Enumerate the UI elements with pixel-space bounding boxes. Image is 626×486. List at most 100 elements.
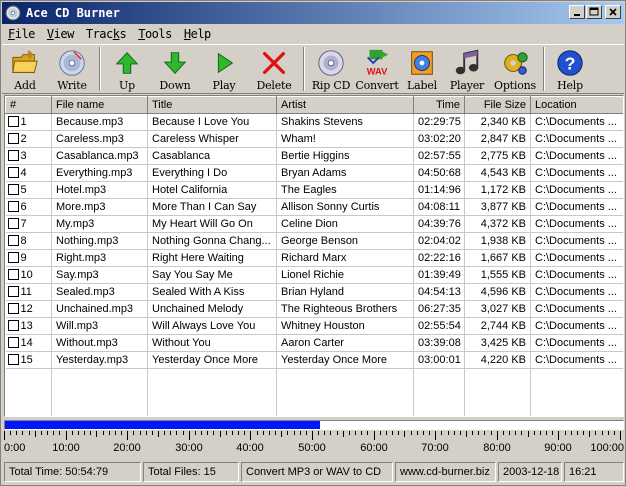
track-row[interactable]: 10 Say.mp3 Say You Say Me Lionel Richie 01:3…: [5, 266, 623, 284]
ruler-label: 0:00: [4, 442, 26, 454]
add-button[interactable]: Add: [2, 45, 48, 93]
track-checkbox[interactable]: [7, 303, 19, 314]
track-number-cell: 13: [5, 317, 52, 335]
track-checkbox[interactable]: [7, 133, 19, 144]
ruler-tick: [343, 431, 344, 437]
ruler-tick: [306, 431, 307, 435]
track-location-cell: C:\Documents ...: [530, 283, 623, 301]
track-checkbox[interactable]: [7, 354, 19, 365]
empty-cell: [276, 385, 414, 403]
track-row[interactable]: 3 Casablanca.mp3 Casablanca Bertie Higgins 0…: [5, 147, 623, 165]
track-row[interactable]: 1 Because.mp3 Because I Love You Shakins St…: [5, 113, 623, 131]
ruler-label: 10:00: [52, 442, 80, 454]
delete-button[interactable]: Delete: [248, 45, 300, 93]
track-checkbox[interactable]: [7, 320, 19, 331]
minimize-button[interactable]: [569, 5, 585, 19]
column-header-artist[interactable]: Artist: [276, 96, 414, 114]
status-total-files: Total Files: 15: [143, 462, 239, 482]
convert-button[interactable]: WAV Convert: [354, 45, 400, 93]
empty-cell: [147, 368, 277, 386]
menu-tracks[interactable]: Tracks: [80, 25, 132, 43]
track-artist-cell: Shakins Stevens: [276, 113, 414, 131]
track-row[interactable]: 7 My.mp3 My Heart Will Go On Celine Dion 04:…: [5, 215, 623, 233]
track-checkbox[interactable]: [7, 218, 19, 229]
ruler-label: 90:00: [544, 442, 572, 454]
rip-cd-button[interactable]: Rip CD: [308, 45, 354, 93]
track-row[interactable]: 14 Without.mp3 Without You Aaron Carter 03:3…: [5, 334, 623, 352]
maximize-button[interactable]: [586, 5, 602, 19]
track-checkbox[interactable]: [7, 235, 19, 246]
label-icon: [411, 51, 433, 75]
ruler-tick: [176, 431, 177, 435]
track-checkbox[interactable]: [7, 252, 19, 263]
track-file-name-cell: Will.mp3: [51, 317, 148, 335]
ruler-tick: [10, 431, 11, 435]
track-checkbox[interactable]: [7, 337, 19, 348]
track-number: 1: [20, 116, 27, 128]
ruler-tick: [47, 431, 48, 435]
track-checkbox[interactable]: [7, 184, 19, 195]
track-row[interactable]: 9 Right.mp3 Right Here Waiting Richard Marx…: [5, 249, 623, 267]
column-header-file-name[interactable]: File name: [51, 96, 148, 114]
track-row[interactable]: 6 More.mp3 More Than I Can Say Allison Sonn…: [5, 198, 623, 216]
track-title-cell: Nothing Gonna Chang...: [147, 232, 277, 250]
convert-label: Convert: [355, 79, 399, 92]
track-row[interactable]: 4 Everything.mp3 Everything I Do Bryan Adam…: [5, 164, 623, 182]
track-row[interactable]: 15 Yesterday.mp3 Yesterday Once More Yester…: [5, 351, 623, 369]
column-header-number[interactable]: #: [5, 96, 52, 114]
label-button[interactable]: Label: [400, 45, 444, 93]
track-number: 4: [20, 167, 27, 179]
ruler-label: 100:00: [590, 442, 624, 454]
menu-file[interactable]: File: [2, 25, 41, 43]
column-header-title[interactable]: Title: [147, 96, 277, 114]
up-button[interactable]: Up: [104, 45, 150, 93]
track-checkbox[interactable]: [7, 167, 19, 178]
column-header-location[interactable]: Location: [530, 96, 623, 114]
ruler-tick: [170, 431, 171, 435]
track-checkbox[interactable]: [7, 150, 19, 161]
svg-text:?: ?: [565, 54, 576, 74]
track-row[interactable]: 13 Will.mp3 Will Always Love You Whitney Ho…: [5, 317, 623, 335]
write-label: Write: [57, 79, 87, 92]
track-row[interactable]: 2 Careless.mp3 Careless Whisper Wham! 03:02:…: [5, 130, 623, 148]
track-file-size-cell: 2,847 KB: [464, 130, 531, 148]
track-number-cell: 15: [5, 351, 52, 369]
track-file-size-cell: 3,425 KB: [464, 334, 531, 352]
track-number-cell: 10: [5, 266, 52, 284]
write-button[interactable]: Write: [48, 45, 96, 93]
help-button[interactable]: ? Help: [548, 45, 592, 93]
track-file-size-cell: 3,027 KB: [464, 300, 531, 318]
track-checkbox[interactable]: [7, 116, 19, 127]
track-row[interactable]: 8 Nothing.mp3 Nothing Gonna Chang... George…: [5, 232, 623, 250]
ruler-tick: [398, 431, 399, 435]
track-file-size-cell: 2,744 KB: [464, 317, 531, 335]
ruler-tick: [29, 431, 30, 435]
track-number: 13: [20, 320, 33, 332]
ruler-tick: [620, 431, 621, 440]
ruler-label: 70:00: [421, 442, 449, 454]
track-number: 6: [20, 201, 27, 213]
track-number-cell: 8: [5, 232, 52, 250]
menu-view[interactable]: View: [41, 25, 80, 43]
menu-help[interactable]: Help: [178, 25, 217, 43]
track-checkbox[interactable]: [7, 286, 19, 297]
ruler-tick: [355, 431, 356, 435]
track-list[interactable]: # File name Title Artist Time File Size …: [4, 95, 624, 417]
track-row[interactable]: 5 Hotel.mp3 Hotel California The Eagles 01:1…: [5, 181, 623, 199]
track-checkbox[interactable]: [7, 269, 19, 280]
close-button[interactable]: [605, 5, 621, 19]
track-artist-cell: Bertie Higgins: [276, 147, 414, 165]
track-row[interactable]: 11 Sealed.mp3 Sealed With A Kiss Brian Hyla…: [5, 283, 623, 301]
ruler-tick: [337, 431, 338, 435]
play-button[interactable]: Play: [200, 45, 248, 93]
track-row[interactable]: 12 Unchained.mp3 Unchained Melody The Right…: [5, 300, 623, 318]
title-bar[interactable]: Ace CD Burner: [2, 2, 624, 24]
menu-tools[interactable]: Tools: [132, 25, 178, 43]
column-header-time[interactable]: Time: [413, 96, 465, 114]
ruler-tick: [571, 431, 572, 435]
options-button[interactable]: Options: [490, 45, 540, 93]
column-header-file-size[interactable]: File Size: [464, 96, 531, 114]
player-button[interactable]: Player: [444, 45, 490, 93]
track-checkbox[interactable]: [7, 201, 19, 212]
down-button[interactable]: Down: [150, 45, 200, 93]
